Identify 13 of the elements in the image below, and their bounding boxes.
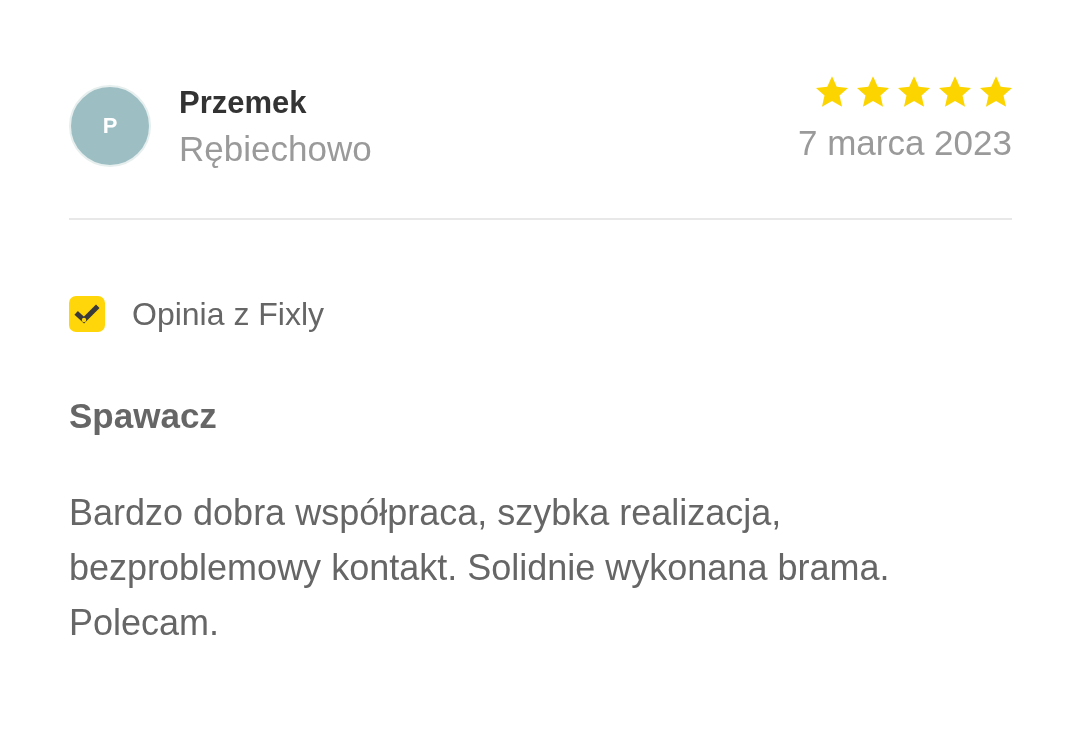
review-source: Opinia z Fixly [132,296,325,332]
avatar: P [69,85,151,167]
star-icon [898,76,930,107]
star-icon [816,76,848,107]
author-name: Przemek [179,85,308,121]
star-icon [939,76,971,107]
check-badge-icon [69,296,105,332]
review-date: 7 marca 2023 [797,123,1012,163]
star-icon [980,76,1012,107]
star-icon [857,76,889,107]
author-location: Rębiechowo [179,129,372,169]
review-title: Spawacz [69,395,218,437]
review-text: Bardzo dobra współpraca, szybka realizacja, bezproblemowy kontakt. Solidnie wykonana brama. Polecam. [69,491,891,645]
